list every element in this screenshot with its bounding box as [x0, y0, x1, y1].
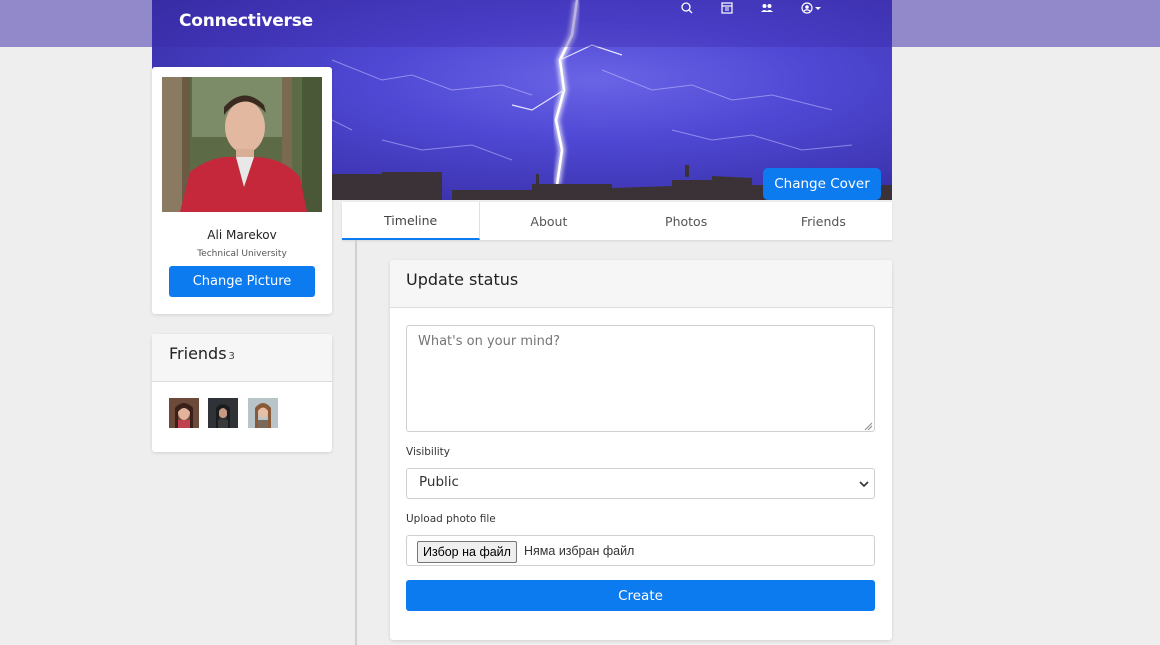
visibility-label: Visibility	[406, 446, 451, 458]
chevron-down-icon	[859, 481, 869, 488]
tab-photos[interactable]: Photos	[618, 202, 755, 240]
profile-subtitle: Technical University	[197, 249, 287, 259]
change-picture-button[interactable]: Change Picture	[169, 266, 315, 297]
choose-file-button[interactable]: Избор на файл	[417, 541, 517, 563]
navbar: Connectiverse	[152, 0, 892, 47]
visibility-select[interactable]: Public	[406, 468, 875, 499]
upload-label: Upload photo file	[406, 513, 496, 525]
profile-avatar[interactable]	[162, 77, 322, 212]
search-icon[interactable]	[679, 0, 695, 16]
brand-logo[interactable]: Connectiverse	[179, 11, 313, 31]
calendar-icon[interactable]	[719, 0, 735, 16]
file-status-text: Няма избран файл	[524, 544, 635, 558]
friend-avatar[interactable]	[208, 398, 238, 428]
friend-avatar[interactable]	[248, 398, 278, 428]
file-input[interactable]: Избор на файл Няма избран файл	[406, 535, 875, 566]
create-button[interactable]: Create	[406, 580, 875, 611]
friends-title: Friends 3	[169, 344, 235, 363]
timeline-line	[355, 240, 357, 645]
visibility-value: Public	[419, 474, 459, 490]
change-cover-button[interactable]: Change Cover	[763, 168, 881, 200]
profile-tabs: Timeline About Photos Friends	[342, 202, 892, 240]
tab-about[interactable]: About	[480, 202, 617, 240]
status-textarea[interactable]	[406, 325, 875, 432]
user-menu-icon[interactable]	[799, 0, 825, 16]
friend-avatar[interactable]	[169, 398, 199, 428]
tab-timeline[interactable]: Timeline	[342, 202, 481, 240]
update-status-card: Update status Visibility Public Upload p…	[390, 260, 892, 640]
profile-name: Ali Marekov	[207, 228, 277, 242]
friends-card: Friends 3	[152, 334, 332, 452]
friends-count: 3	[228, 351, 235, 362]
tab-friends[interactable]: Friends	[755, 202, 892, 240]
status-title: Update status	[406, 270, 519, 289]
resize-grip-icon[interactable]	[864, 422, 873, 431]
status-header: Update status	[390, 260, 892, 308]
people-icon[interactable]	[759, 0, 775, 16]
friends-header: Friends 3	[152, 334, 332, 382]
profile-card: Ali Marekov Technical University Change …	[152, 67, 332, 314]
friends-title-text: Friends	[169, 344, 227, 363]
